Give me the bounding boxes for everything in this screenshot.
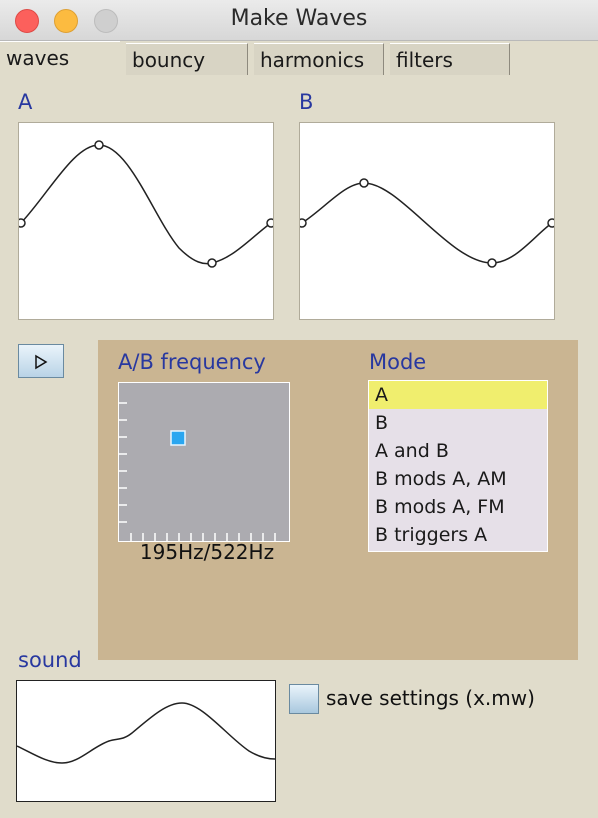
frequency-marker[interactable] [170,430,186,446]
tab-waves[interactable]: waves [0,41,120,77]
wave-b-handle[interactable] [359,178,369,188]
window-title: Make Waves [230,6,368,31]
wave-b-handle[interactable] [547,218,554,228]
mode-list[interactable]: A B A and B B mods A, AM B mods A, FM B … [368,380,548,552]
tab-bar: waves bouncy harmonics filters [0,41,598,77]
frequency-pad[interactable] [118,382,290,542]
save-settings-label: save settings (x.mw) [326,686,535,710]
tab-filters[interactable]: filters [390,43,510,75]
wave-b-handle[interactable] [487,258,497,268]
wave-a-handle[interactable] [207,258,217,268]
mode-option-a-and-b[interactable]: A and B [369,437,547,465]
tab-bouncy[interactable]: bouncy [126,43,248,75]
wave-b-handle[interactable] [300,218,307,228]
wave-a-handle[interactable] [19,218,26,228]
wave-b-graph [300,178,554,268]
mode-option-b-mods-a-am[interactable]: B mods A, AM [369,465,547,493]
play-button[interactable] [18,344,64,378]
frequency-value: 195Hz/522Hz [139,540,275,564]
frequency-label: A/B frequency [118,350,266,374]
wave-a-label: A [18,90,33,114]
sound-waveform [17,702,275,764]
mode-option-a[interactable]: A [369,381,547,409]
mode-option-b-triggers-a[interactable]: B triggers A [369,521,547,549]
mode-option-b-mods-a-fm[interactable]: B mods A, FM [369,493,547,521]
wave-b-label: B [299,90,314,114]
wave-a-handle[interactable] [94,140,104,150]
sound-label: sound [18,648,82,672]
wave-a-editor[interactable] [18,122,274,320]
sound-display [16,680,276,802]
wave-b-editor[interactable] [299,122,555,320]
title-bar: Make Waves [0,0,598,41]
mode-label: Mode [369,350,427,374]
frequency-pad-ticks [119,402,276,541]
mode-option-b[interactable]: B [369,409,547,437]
wave-a-graph [19,140,273,268]
wave-a-handle[interactable] [266,218,273,228]
save-settings-checkbox[interactable] [289,684,319,714]
play-triangle-icon [35,354,48,369]
tab-harmonics[interactable]: harmonics [254,43,384,75]
